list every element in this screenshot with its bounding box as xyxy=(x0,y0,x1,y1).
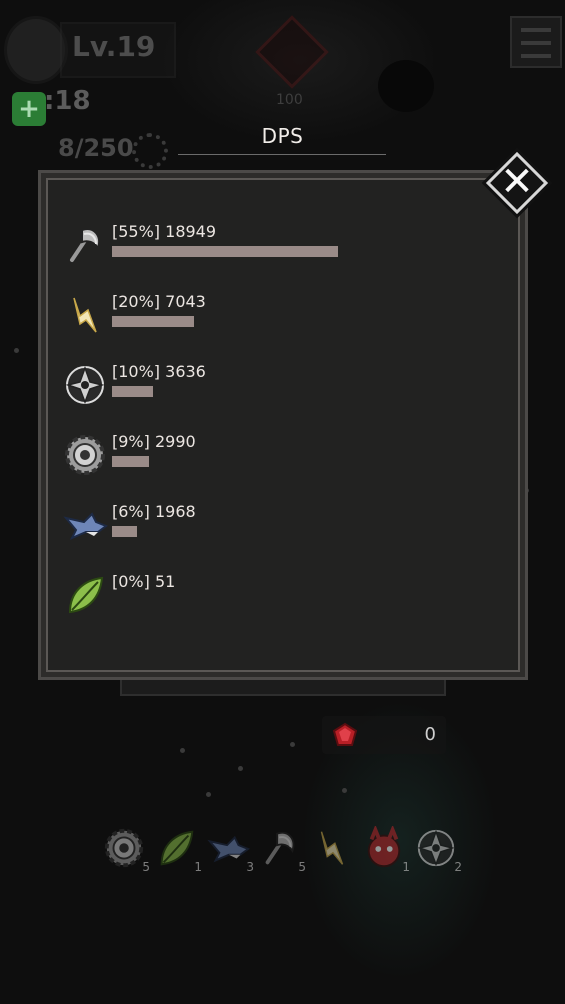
dps-label: [6%] 1968 xyxy=(112,502,196,521)
title-divider xyxy=(178,154,386,155)
dps-label: [10%] 3636 xyxy=(112,362,206,381)
menu-button[interactable] xyxy=(510,16,562,68)
shuriken-icon xyxy=(417,829,455,867)
inventory-count: 2 xyxy=(454,860,462,874)
inventory-slot: 1 xyxy=(154,826,204,876)
dps-label: [55%] 18949 xyxy=(112,222,217,241)
dps-label: [9%] 2990 xyxy=(112,432,196,451)
sawblade-icon xyxy=(104,828,144,868)
axe-icon xyxy=(265,831,295,865)
inventory-count: 3 xyxy=(246,860,254,874)
shark-icon xyxy=(207,835,251,863)
close-icon: ✕ xyxy=(500,159,534,205)
dps-title: DPS xyxy=(261,124,304,148)
dps-label: [0%] 51 xyxy=(112,572,176,591)
level-text: Lv.19 xyxy=(72,30,156,63)
red-monster-icon xyxy=(367,824,401,868)
gem-value: 0 xyxy=(424,724,436,745)
lightning-icon xyxy=(320,831,344,865)
shuriken-icon xyxy=(65,365,105,405)
inventory-count: 5 xyxy=(142,860,150,874)
weapon-inventory: 5 1 3 5 1 2 xyxy=(0,824,565,878)
enemy-silhouette xyxy=(378,60,434,112)
gem-counter: 0 xyxy=(322,716,446,754)
player-avatar xyxy=(4,16,68,84)
dps-label: [20%] 7043 xyxy=(112,292,206,311)
leaf-icon xyxy=(68,576,104,614)
dps-bar xyxy=(112,316,194,327)
dps-bar xyxy=(112,526,137,537)
inventory-count: 1 xyxy=(402,860,410,874)
boss-counter: 100 xyxy=(276,92,303,108)
axe-icon xyxy=(70,228,100,262)
dps-row: [20%] 7043 xyxy=(62,292,502,352)
inventory-slot xyxy=(310,826,360,876)
dps-row: [0%] 51 xyxy=(62,572,502,632)
dps-row: [9%] 2990 xyxy=(62,432,502,492)
inventory-count: 1 xyxy=(194,860,202,874)
dps-bar xyxy=(112,386,153,397)
inventory-count: 5 xyxy=(298,860,306,874)
shark-icon xyxy=(63,512,108,540)
gem-icon xyxy=(332,722,358,746)
dps-row: [6%] 1968 xyxy=(62,502,502,562)
plus-icon[interactable]: + xyxy=(12,92,46,126)
dps-row: [55%] 18949 xyxy=(62,222,502,282)
inventory-slot: 5 xyxy=(102,826,152,876)
inventory-slot: 1 xyxy=(362,824,412,876)
timer-text: :18 xyxy=(44,86,91,116)
close-button[interactable]: ✕ xyxy=(485,151,549,215)
leaf-icon xyxy=(160,830,194,866)
lightning-icon xyxy=(73,297,97,333)
inventory-slot: 5 xyxy=(258,826,308,876)
sawblade-icon xyxy=(65,435,105,475)
inventory-slot: 3 xyxy=(206,826,256,876)
dps-row: [10%] 3636 xyxy=(62,362,502,422)
dps-bar xyxy=(112,456,149,467)
dps-bar xyxy=(112,246,338,257)
inventory-slot: 2 xyxy=(414,826,464,876)
